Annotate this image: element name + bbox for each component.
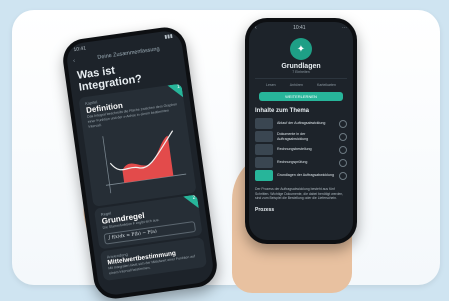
- section-footer-title: Prozess: [255, 206, 275, 213]
- topic-thumbnail: [255, 118, 273, 129]
- topic-thumbnail: [255, 170, 273, 181]
- right-phone: ‹ 10:41 ⋯ ✦ Grundlagen 7 Einheiten Lesen…: [245, 18, 357, 244]
- battery-icon: ▮▮▮: [164, 33, 174, 41]
- stat-read[interactable]: Lesen: [266, 83, 276, 87]
- top-bar: ‹ 10:41 ⋯: [249, 22, 353, 34]
- topic-radio[interactable]: [339, 119, 347, 128]
- list-item[interactable]: Rechnungsprüfung: [255, 157, 347, 168]
- description-text: Der Prozess der Auftragsabwicklung beste…: [255, 187, 344, 200]
- topic-thumbnail: [255, 144, 273, 155]
- stats-row: Lesen Anhören Karteikarten: [255, 78, 347, 89]
- topic-radio[interactable]: [339, 158, 347, 167]
- list-item[interactable]: Grundlagen der Auftragsabwicklung: [255, 170, 347, 181]
- course-avatar-icon: ✦: [290, 38, 312, 60]
- more-icon[interactable]: ⋯: [342, 25, 347, 31]
- course-title: Grundlagen: [281, 63, 321, 70]
- corner-tag: [183, 194, 199, 211]
- integral-graph: [102, 130, 187, 194]
- list-item[interactable]: Dokumente in der Auftragsabwicklung: [255, 131, 347, 142]
- topic-label: Rechnungsbestellung: [277, 147, 312, 152]
- topic-label: Dokumente in der Auftragsabwicklung: [277, 132, 309, 141]
- right-phone-screen: ‹ 10:41 ⋯ ✦ Grundlagen 7 Einheiten Lesen…: [249, 22, 353, 240]
- stat-listen[interactable]: Anhören: [290, 83, 303, 87]
- section-definition[interactable]: 1 Kapitel Definition Das Integral beschr…: [78, 83, 197, 207]
- topic-radio[interactable]: [339, 145, 347, 154]
- y-axis: [102, 136, 112, 194]
- list-item[interactable]: Rechnungsbestellung: [255, 144, 347, 155]
- topic-radio[interactable]: [339, 171, 347, 180]
- topic-radio[interactable]: [339, 132, 347, 141]
- back-icon[interactable]: ‹: [73, 58, 76, 64]
- status-time: 10:41: [73, 45, 87, 54]
- list-item[interactable]: Ablauf der Auftragsabwicklung: [255, 118, 347, 129]
- status-time: 10:41: [293, 25, 306, 31]
- topics-heading: Inhalte zum Thema: [255, 108, 310, 114]
- back-icon[interactable]: ‹: [255, 25, 257, 31]
- topic-label: Ablauf der Auftragsabwicklung: [277, 121, 326, 126]
- topic-thumbnail: [255, 157, 273, 168]
- topic-label: Grundlagen der Auftragsabwicklung: [277, 173, 334, 178]
- topic-label: Rechnungsprüfung: [277, 160, 308, 165]
- corner-tag: [167, 83, 184, 100]
- stat-flashcards[interactable]: Karteikarten: [317, 83, 336, 87]
- topic-thumbnail: [255, 131, 273, 142]
- course-subtitle: 7 Einheiten: [292, 70, 310, 74]
- continue-button[interactable]: WEITERLERNEN: [259, 92, 343, 101]
